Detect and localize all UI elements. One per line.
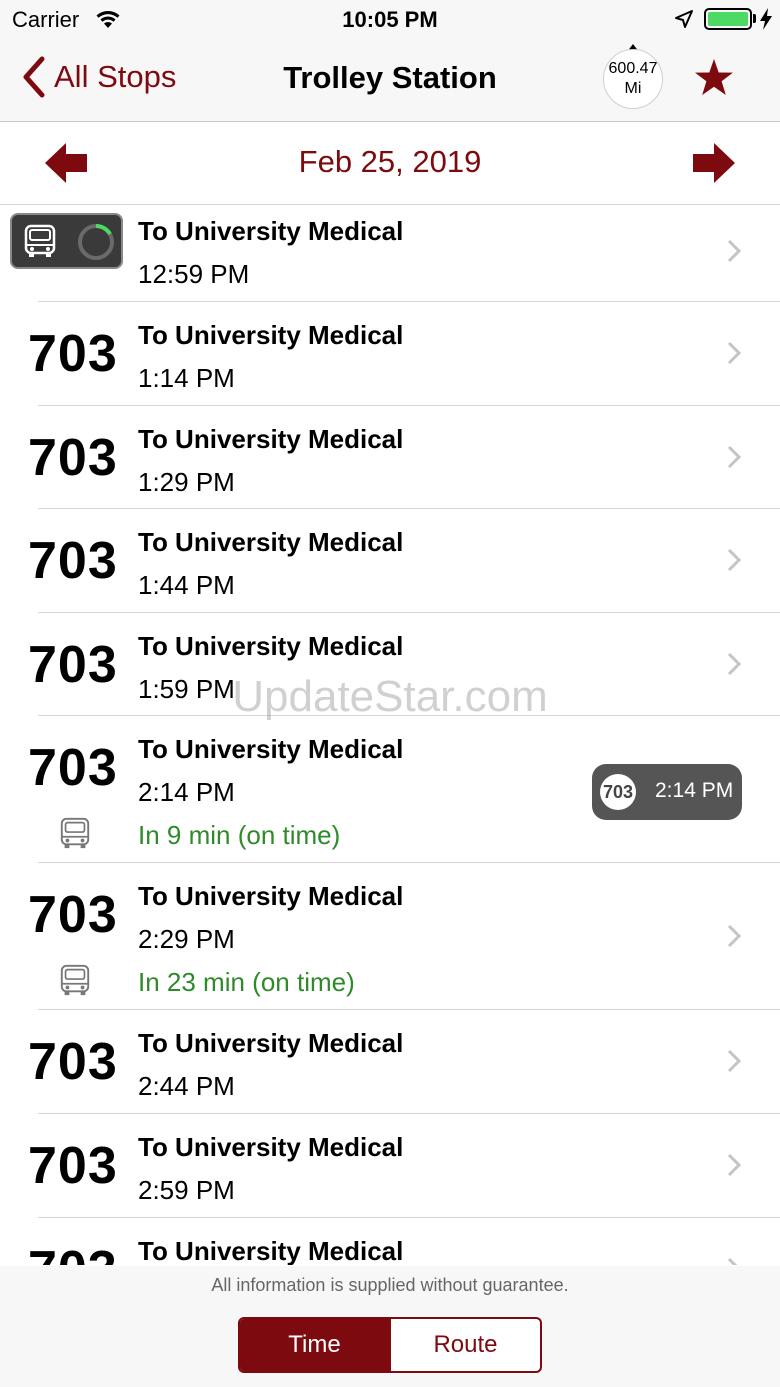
status-bar: Carrier 10:05 PM: [0, 0, 780, 40]
star-icon[interactable]: [694, 58, 734, 101]
chevron-right-icon: [726, 923, 742, 954]
live-status-box: [10, 213, 123, 269]
clock: 10:05 PM: [342, 7, 438, 32]
route-number: 703: [28, 1240, 118, 1265]
realtime-status: In 9 min (on time): [138, 820, 341, 850]
battery-cap: [753, 14, 756, 23]
departure-time: 2:44 PM: [138, 1071, 235, 1101]
departure-row[interactable]: 703 To University Medical 1:14 PM: [0, 302, 780, 406]
route-number: 703: [28, 1137, 118, 1195]
destination: To University Medical: [138, 216, 404, 246]
destination: To University Medical: [138, 1236, 404, 1265]
badge-time: 2:14 PM: [655, 779, 734, 802]
badge-route: 703: [600, 774, 636, 810]
route-number: 703: [28, 532, 118, 590]
destination: To University Medical: [138, 734, 404, 764]
arrow-right-icon[interactable]: [692, 142, 736, 189]
departure-row[interactable]: 703 To University Medical 1:44 PM: [0, 509, 780, 613]
departure-time: 1:14 PM: [138, 363, 235, 393]
charging-bolt-icon: [759, 8, 773, 35]
route-number: 703: [28, 325, 118, 383]
battery-icon: [704, 8, 752, 30]
bus-icon: [58, 963, 92, 1002]
departure-row[interactable]: 703 To University Medical 2:14 PM In 9 m…: [0, 716, 780, 863]
departure-time: 2:14 PM: [138, 777, 235, 807]
chevron-right-icon: [726, 651, 742, 682]
chevron-right-icon: [726, 340, 742, 371]
chevron-right-icon: [726, 238, 742, 269]
departure-row[interactable]: 703 To University Medical 1:29 PM: [0, 406, 780, 509]
destination: To University Medical: [138, 320, 404, 350]
departure-row[interactable]: 703 To University Medical 2:59 PM: [0, 1114, 780, 1218]
departure-time: 1:59 PM: [138, 674, 235, 704]
bus-icon: [22, 223, 58, 264]
chevron-right-icon: [726, 1048, 742, 1079]
departure-row[interactable]: 703 To University Medical 1:59 PM: [0, 613, 780, 716]
location-arrow-icon: [674, 9, 694, 34]
loading-spinner-icon: [76, 222, 116, 267]
departure-time: 1:29 PM: [138, 467, 235, 497]
distance-value: 600.47: [608, 60, 658, 77]
destination: To University Medical: [138, 1028, 404, 1058]
segment-route[interactable]: Route: [389, 1319, 540, 1371]
departure-row[interactable]: 703 To University Medical 2:29 PM In 23 …: [0, 863, 780, 1010]
navigation-bar: All Stops Trolley Station 600.47 Mi: [0, 40, 780, 122]
route-number: 703: [28, 886, 118, 944]
departure-time: 2:59 PM: [138, 1175, 235, 1205]
departure-row[interactable]: 703 To University Medical 2:44 PM: [0, 1010, 780, 1114]
vehicle-arrival-badge[interactable]: 703 2:14 PM: [592, 764, 742, 820]
footer: All information is supplied without guar…: [0, 1266, 780, 1387]
date-selector: Feb 25, 2019: [0, 122, 780, 205]
destination: To University Medical: [138, 881, 404, 911]
departures-list: To University Medical 12:59 PM 703 To Un…: [0, 205, 780, 1265]
destination: To University Medical: [138, 424, 404, 454]
chevron-right-icon: [726, 444, 742, 475]
chevron-right-icon: [726, 547, 742, 578]
disclaimer: All information is supplied without guar…: [211, 1275, 569, 1295]
distance-unit: Mi: [624, 80, 642, 97]
page-title: Trolley Station: [283, 60, 497, 95]
route-number: 703: [28, 1033, 118, 1091]
departure-row[interactable]: 703 To University Medical: [0, 1218, 780, 1265]
date-label: Feb 25, 2019: [298, 144, 482, 179]
departure-time: 12:59 PM: [138, 259, 250, 289]
chevron-right-icon: [726, 1256, 742, 1265]
segment-time[interactable]: Time: [240, 1319, 389, 1371]
destination: To University Medical: [138, 527, 404, 557]
route-number: 703: [28, 636, 118, 694]
destination: To University Medical: [138, 631, 404, 661]
view-segmented-control: Time Route: [238, 1317, 542, 1373]
departure-time: 1:44 PM: [138, 570, 235, 600]
destination: To University Medical: [138, 1132, 404, 1162]
distance-compass-button[interactable]: 600.47 Mi: [603, 49, 663, 109]
departure-row[interactable]: To University Medical 12:59 PM: [0, 205, 780, 302]
bus-icon: [58, 816, 92, 855]
route-number: 703: [28, 429, 118, 487]
departure-time: 2:29 PM: [138, 924, 235, 954]
realtime-status: In 23 min (on time): [138, 967, 355, 997]
route-number: 703: [28, 739, 118, 797]
chevron-right-icon: [726, 1152, 742, 1183]
